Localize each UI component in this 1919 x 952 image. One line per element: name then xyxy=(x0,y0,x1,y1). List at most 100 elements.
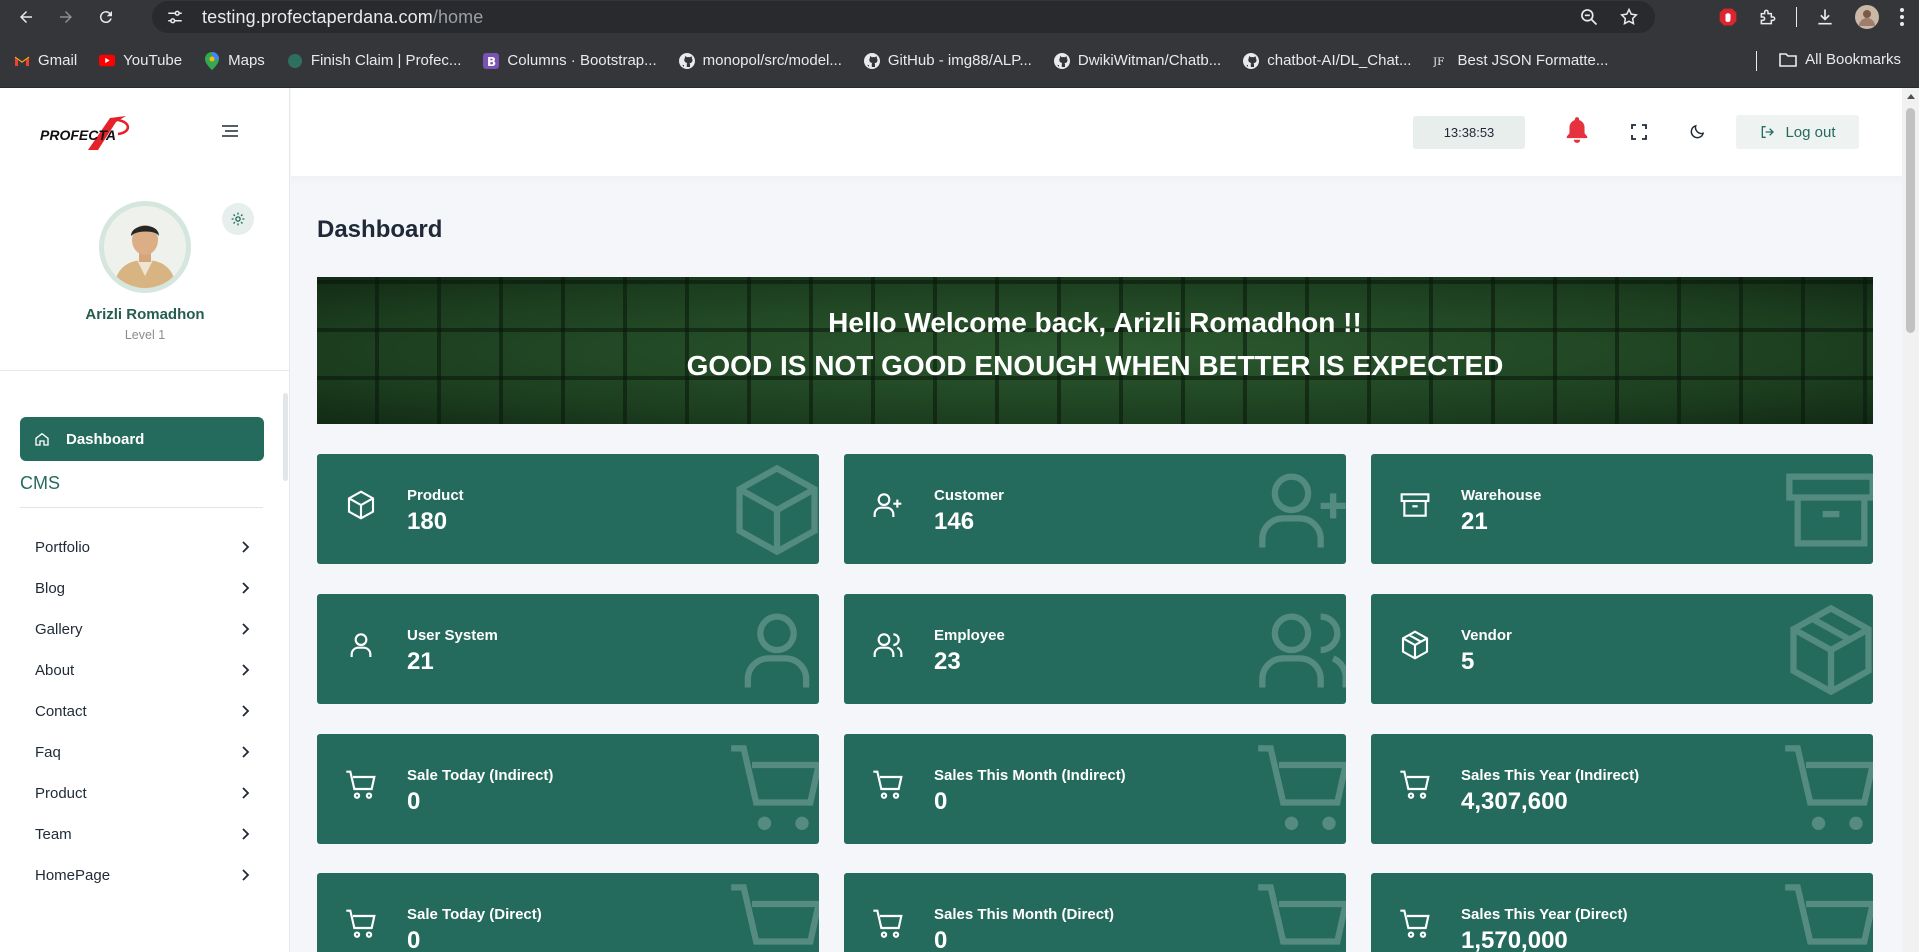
browser-toolbar: testing.profectaperdana.com/home xyxy=(0,0,1919,34)
bookmark-json-formatter[interactable]: JF Best JSON Formatte... xyxy=(1433,52,1608,69)
topbar-shadow xyxy=(291,176,1902,186)
forward-arrow-icon xyxy=(60,11,72,23)
bookmark-github-monopol[interactable]: monopol/src/model... xyxy=(678,52,842,69)
logout-button[interactable]: Log out xyxy=(1736,115,1859,149)
all-bookmarks-button[interactable]: All Bookmarks xyxy=(1779,51,1901,68)
stat-card-vendor[interactable]: Vendor 5 xyxy=(1371,594,1873,704)
stat-label: Warehouse xyxy=(1461,487,1542,504)
menu-toggle-button[interactable] xyxy=(221,124,239,138)
address-bar[interactable]: testing.profectaperdana.com/home xyxy=(152,1,1655,33)
reload-icon xyxy=(99,11,112,24)
box-icon xyxy=(345,489,377,521)
bookmark-bootstrap[interactable]: B Columns · Bootstrap... xyxy=(483,52,657,69)
sidebar-item-portfolio[interactable]: Portfolio xyxy=(35,532,250,562)
stat-card-customer[interactable]: Customer 146 xyxy=(844,454,1346,564)
bookmark-github-dl-chat[interactable]: chatbot-AI/DL_Chat... xyxy=(1243,52,1411,69)
bookmark-github-alp[interactable]: GitHub - img88/ALP... xyxy=(863,52,1032,69)
stat-card-sales-month-direct[interactable]: Sales This Month (Direct) 0 xyxy=(844,873,1346,952)
youtube-icon xyxy=(99,53,116,69)
url-text: testing.profectaperdana.com/home xyxy=(202,6,484,27)
bookmark-github-chatbot[interactable]: DwikiWitman/Chatb... xyxy=(1053,52,1221,69)
site-info-icon[interactable] xyxy=(166,8,184,26)
avatar[interactable] xyxy=(99,201,191,293)
stat-value: 4,307,600 xyxy=(1461,788,1568,815)
bookmark-gmail[interactable]: Gmail xyxy=(14,52,77,69)
extension-adblock-icon[interactable] xyxy=(1718,7,1738,27)
dark-mode-toggle[interactable] xyxy=(1689,123,1706,140)
stat-card-employee[interactable]: Employee 23 xyxy=(844,594,1346,704)
sidebar-item-team[interactable]: Team xyxy=(35,819,250,849)
bookmark-finish-claim[interactable]: Finish Claim | Profec... xyxy=(287,52,461,69)
sidebar-item-label: About xyxy=(35,661,75,679)
gmail-icon xyxy=(14,53,30,69)
forward-button[interactable] xyxy=(52,3,80,31)
chevron-right-icon xyxy=(240,746,250,758)
fullscreen-button[interactable] xyxy=(1631,124,1647,140)
cart-icon xyxy=(345,769,377,801)
zoom-icon[interactable] xyxy=(1579,7,1599,27)
chrome-menu-icon[interactable] xyxy=(1899,7,1905,27)
toolbar-divider xyxy=(1796,7,1797,27)
profecta-logo[interactable]: PROFECTA xyxy=(40,112,134,152)
chevron-right-icon xyxy=(240,623,250,635)
scroll-up-icon[interactable] xyxy=(1907,94,1915,99)
site-icon xyxy=(287,53,303,69)
sidebar-item-contact[interactable]: Contact xyxy=(35,696,250,726)
page-scrollbar[interactable] xyxy=(1902,88,1919,952)
scrollbar-thumb[interactable] xyxy=(1906,108,1915,333)
stat-value: 5 xyxy=(1461,648,1475,675)
stat-card-warehouse[interactable]: Warehouse 21 xyxy=(1371,454,1873,564)
sidebar-item-homepage[interactable]: HomePage xyxy=(35,860,250,890)
bookmark-youtube[interactable]: YouTube xyxy=(99,52,182,69)
cart-icon xyxy=(345,908,377,940)
cart-icon xyxy=(1781,879,1873,952)
downloads-icon[interactable] xyxy=(1815,7,1835,27)
sidebar-item-dashboard[interactable]: Dashboard xyxy=(20,417,264,461)
sidebar-item-blog[interactable]: Blog xyxy=(35,573,250,603)
page-title: Dashboard xyxy=(317,216,443,243)
bookmark-star-icon[interactable] xyxy=(1619,7,1639,27)
stat-card-sales-year-indirect[interactable]: Sales This Year (Indirect) 4,307,600 xyxy=(1371,734,1873,844)
box-icon xyxy=(727,460,819,560)
back-arrow-icon xyxy=(20,11,32,23)
cart-icon xyxy=(727,740,819,840)
extensions-puzzle-icon[interactable] xyxy=(1758,7,1778,27)
sidebar-item-product[interactable]: Product xyxy=(35,778,250,808)
cart-icon xyxy=(1254,879,1346,952)
stat-value: 180 xyxy=(407,508,448,535)
users-icon xyxy=(872,629,904,661)
fullscreen-icon xyxy=(1631,124,1647,140)
stat-card-product[interactable]: Product 180 xyxy=(317,454,819,564)
user-plus-icon xyxy=(872,489,904,521)
sidebar-item-label: Contact xyxy=(35,702,87,720)
sidebar-item-faq[interactable]: Faq xyxy=(35,737,250,767)
profile-settings-button[interactable] xyxy=(222,203,254,235)
svg-text:B: B xyxy=(487,55,496,69)
github-icon xyxy=(678,52,695,69)
hamburger-icon xyxy=(222,125,238,137)
package-icon xyxy=(1781,600,1873,700)
users-icon xyxy=(1254,600,1346,700)
stat-card-sale-today-indirect[interactable]: Sale Today (Indirect) 0 xyxy=(317,734,819,844)
stat-value: 0 xyxy=(934,927,948,952)
chevron-right-icon xyxy=(240,582,250,594)
sidebar-scrollbar[interactable] xyxy=(283,393,288,481)
stat-label: Employee xyxy=(934,627,1005,644)
main-content: 13:38:53 Log out Dashboard Hello Welcome… xyxy=(291,88,1902,952)
cart-icon xyxy=(727,879,819,952)
profile-avatar-icon[interactable] xyxy=(1855,5,1879,29)
bookmark-maps[interactable]: Maps xyxy=(204,51,265,70)
profile-level: Level 1 xyxy=(124,328,166,342)
reload-button[interactable] xyxy=(92,3,120,31)
stat-card-sales-month-indirect[interactable]: Sales This Month (Indirect) 0 xyxy=(844,734,1346,844)
sidebar-item-gallery[interactable]: Gallery xyxy=(35,614,250,644)
back-button[interactable] xyxy=(12,3,40,31)
stat-card-sales-year-direct[interactable]: Sales This Year (Direct) 1,570,000 xyxy=(1371,873,1873,952)
chevron-right-icon xyxy=(240,787,250,799)
stat-card-user-system[interactable]: User System 21 xyxy=(317,594,819,704)
notifications-button[interactable] xyxy=(1564,116,1590,144)
motto-text: GOOD IS NOT GOOD ENOUGH WHEN BETTER IS E… xyxy=(686,350,1504,381)
stat-card-sale-today-direct[interactable]: Sale Today (Direct) 0 xyxy=(317,873,819,952)
cart-icon xyxy=(1399,769,1431,801)
sidebar-item-about[interactable]: About xyxy=(35,655,250,685)
